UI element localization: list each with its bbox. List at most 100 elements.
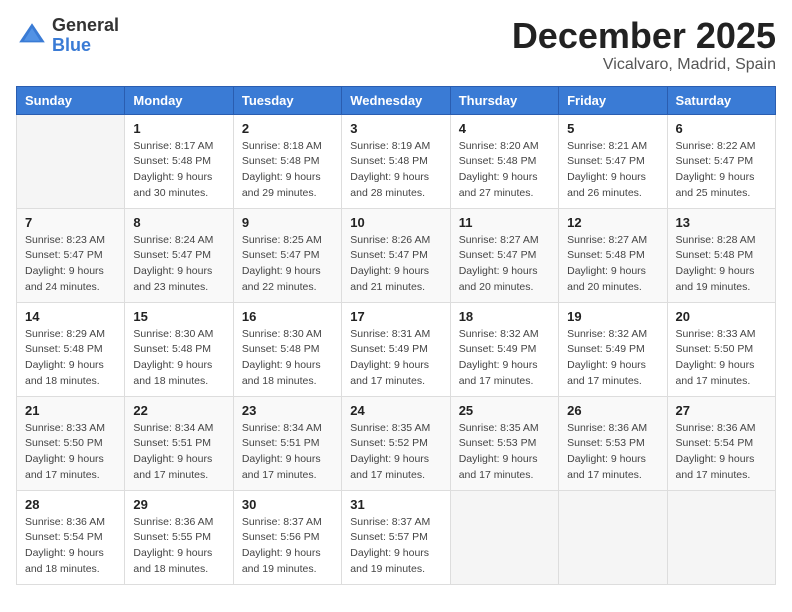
calendar-cell: 12 Sunrise: 8:27 AMSunset: 5:48 PMDayligh…: [559, 208, 667, 302]
daylight-text: Daylight: 9 hours: [133, 358, 224, 374]
daylight-text-2: and 24 minutes.: [25, 280, 116, 296]
day-info: Sunrise: 8:34 AMSunset: 5:51 PMDaylight:…: [133, 421, 224, 484]
day-number: 7: [25, 215, 116, 230]
logo-icon: [16, 20, 48, 52]
daylight-text: Daylight: 9 hours: [133, 170, 224, 186]
sunrise-text: Sunrise: 8:19 AM: [350, 139, 441, 155]
day-number: 25: [459, 403, 550, 418]
calendar-cell: 1 Sunrise: 8:17 AMSunset: 5:48 PMDaylight…: [125, 114, 233, 208]
daylight-text: Daylight: 9 hours: [350, 170, 441, 186]
calendar-cell: 29Sunrise: 8:36 AMSunset: 5:55 PMDayligh…: [125, 490, 233, 584]
calendar-cell: 5 Sunrise: 8:21 AMSunset: 5:47 PMDaylight…: [559, 114, 667, 208]
day-number: 13: [676, 215, 767, 230]
daylight-text: Daylight: 9 hours: [676, 452, 767, 468]
title-block: December 2025 Vicalvaro, Madrid, Spain: [512, 16, 776, 74]
daylight-text: Daylight: 9 hours: [25, 546, 116, 562]
weekday-header-thursday: Thursday: [450, 86, 558, 114]
day-info: Sunrise: 8:37 AMSunset: 5:56 PMDaylight:…: [242, 515, 333, 578]
day-number: 10: [350, 215, 441, 230]
daylight-text-2: and 29 minutes.: [242, 186, 333, 202]
calendar-cell: 25Sunrise: 8:35 AMSunset: 5:53 PMDayligh…: [450, 396, 558, 490]
daylight-text: Daylight: 9 hours: [133, 546, 224, 562]
sunset-text: Sunset: 5:48 PM: [676, 248, 767, 264]
weekday-header-friday: Friday: [559, 86, 667, 114]
daylight-text-2: and 25 minutes.: [676, 186, 767, 202]
sunrise-text: Sunrise: 8:17 AM: [133, 139, 224, 155]
day-info: Sunrise: 8:32 AMSunset: 5:49 PMDaylight:…: [459, 327, 550, 390]
sunrise-text: Sunrise: 8:35 AM: [459, 421, 550, 437]
daylight-text-2: and 18 minutes.: [133, 562, 224, 578]
week-row-2: 7Sunrise: 8:23 AMSunset: 5:47 PMDaylight…: [17, 208, 776, 302]
day-info: Sunrise: 8:17 AMSunset: 5:48 PMDaylight:…: [133, 139, 224, 202]
daylight-text: Daylight: 9 hours: [567, 170, 658, 186]
daylight-text: Daylight: 9 hours: [242, 452, 333, 468]
calendar-cell: 22Sunrise: 8:34 AMSunset: 5:51 PMDayligh…: [125, 396, 233, 490]
daylight-text: Daylight: 9 hours: [350, 452, 441, 468]
daylight-text: Daylight: 9 hours: [25, 358, 116, 374]
day-info: Sunrise: 8:29 AMSunset: 5:48 PMDaylight:…: [25, 327, 116, 390]
sunset-text: Sunset: 5:49 PM: [459, 342, 550, 358]
day-number: 31: [350, 497, 441, 512]
daylight-text-2: and 20 minutes.: [567, 280, 658, 296]
day-number: 5: [567, 121, 658, 136]
sunrise-text: Sunrise: 8:25 AM: [242, 233, 333, 249]
daylight-text-2: and 17 minutes.: [350, 468, 441, 484]
daylight-text-2: and 17 minutes.: [133, 468, 224, 484]
weekday-header-monday: Monday: [125, 86, 233, 114]
daylight-text: Daylight: 9 hours: [567, 358, 658, 374]
sunrise-text: Sunrise: 8:36 AM: [676, 421, 767, 437]
sunset-text: Sunset: 5:56 PM: [242, 530, 333, 546]
day-number: 26: [567, 403, 658, 418]
logo-text: General Blue: [52, 16, 119, 56]
calendar-cell: 13 Sunrise: 8:28 AMSunset: 5:48 PMDayligh…: [667, 208, 775, 302]
sunset-text: Sunset: 5:47 PM: [459, 248, 550, 264]
sunset-text: Sunset: 5:50 PM: [676, 342, 767, 358]
calendar-cell: 18Sunrise: 8:32 AMSunset: 5:49 PMDayligh…: [450, 302, 558, 396]
daylight-text-2: and 20 minutes.: [459, 280, 550, 296]
calendar-cell: 27Sunrise: 8:36 AMSunset: 5:54 PMDayligh…: [667, 396, 775, 490]
calendar-cell: 7Sunrise: 8:23 AMSunset: 5:47 PMDaylight…: [17, 208, 125, 302]
daylight-text: Daylight: 9 hours: [133, 452, 224, 468]
day-number: 23: [242, 403, 333, 418]
day-info: Sunrise: 8:32 AMSunset: 5:49 PMDaylight:…: [567, 327, 658, 390]
daylight-text: Daylight: 9 hours: [459, 170, 550, 186]
calendar-cell: 23Sunrise: 8:34 AMSunset: 5:51 PMDayligh…: [233, 396, 341, 490]
sunset-text: Sunset: 5:47 PM: [567, 154, 658, 170]
day-info: Sunrise: 8:37 AMSunset: 5:57 PMDaylight:…: [350, 515, 441, 578]
sunset-text: Sunset: 5:47 PM: [676, 154, 767, 170]
day-info: Sunrise: 8:28 AMSunset: 5:48 PMDaylight:…: [676, 233, 767, 296]
daylight-text: Daylight: 9 hours: [25, 264, 116, 280]
sunrise-text: Sunrise: 8:21 AM: [567, 139, 658, 155]
week-row-3: 14Sunrise: 8:29 AMSunset: 5:48 PMDayligh…: [17, 302, 776, 396]
calendar-cell: 26Sunrise: 8:36 AMSunset: 5:53 PMDayligh…: [559, 396, 667, 490]
day-info: Sunrise: 8:31 AMSunset: 5:49 PMDaylight:…: [350, 327, 441, 390]
daylight-text: Daylight: 9 hours: [567, 264, 658, 280]
calendar-cell: 8Sunrise: 8:24 AMSunset: 5:47 PMDaylight…: [125, 208, 233, 302]
sunrise-text: Sunrise: 8:37 AM: [350, 515, 441, 531]
day-number: 8: [133, 215, 224, 230]
calendar-cell: 15Sunrise: 8:30 AMSunset: 5:48 PMDayligh…: [125, 302, 233, 396]
daylight-text-2: and 17 minutes.: [676, 374, 767, 390]
day-info: Sunrise: 8:33 AMSunset: 5:50 PMDaylight:…: [676, 327, 767, 390]
sunrise-text: Sunrise: 8:29 AM: [25, 327, 116, 343]
sunrise-text: Sunrise: 8:20 AM: [459, 139, 550, 155]
day-number: 12: [567, 215, 658, 230]
daylight-text: Daylight: 9 hours: [242, 264, 333, 280]
day-info: Sunrise: 8:27 AMSunset: 5:48 PMDaylight:…: [567, 233, 658, 296]
day-number: 1: [133, 121, 224, 136]
day-number: 24: [350, 403, 441, 418]
sunrise-text: Sunrise: 8:27 AM: [459, 233, 550, 249]
daylight-text-2: and 19 minutes.: [350, 562, 441, 578]
sunrise-text: Sunrise: 8:36 AM: [567, 421, 658, 437]
day-number: 15: [133, 309, 224, 324]
daylight-text: Daylight: 9 hours: [676, 358, 767, 374]
daylight-text: Daylight: 9 hours: [676, 170, 767, 186]
daylight-text: Daylight: 9 hours: [567, 452, 658, 468]
sunset-text: Sunset: 5:50 PM: [25, 436, 116, 452]
sunrise-text: Sunrise: 8:36 AM: [25, 515, 116, 531]
sunset-text: Sunset: 5:48 PM: [459, 154, 550, 170]
day-number: 27: [676, 403, 767, 418]
calendar-cell: 11Sunrise: 8:27 AMSunset: 5:47 PMDayligh…: [450, 208, 558, 302]
sunrise-text: Sunrise: 8:32 AM: [459, 327, 550, 343]
sunrise-text: Sunrise: 8:33 AM: [25, 421, 116, 437]
